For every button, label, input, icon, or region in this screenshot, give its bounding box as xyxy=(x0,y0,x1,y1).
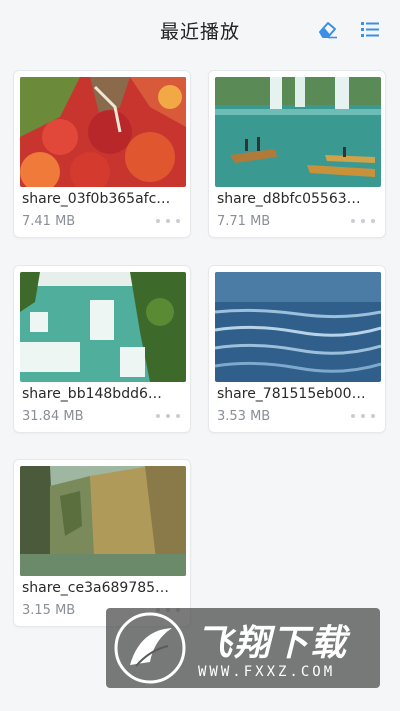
video-thumbnail[interactable] xyxy=(215,272,381,382)
video-name: share_781515eb00… xyxy=(217,386,366,402)
more-options-icon[interactable] xyxy=(351,410,375,422)
eraser-icon[interactable] xyxy=(316,18,340,40)
video-card[interactable]: share_781515eb00… 3.53 MB xyxy=(208,265,386,433)
site-watermark: 飞翔下载 WWW.FXXZ.COM xyxy=(106,608,380,688)
more-options-icon[interactable] xyxy=(351,215,375,227)
video-name: share_bb148bdd6… xyxy=(22,386,162,402)
video-name: share_ce3a689785… xyxy=(22,580,170,596)
page-title: 最近播放 xyxy=(159,20,240,43)
video-card[interactable]: share_03f0b365afc… 7.41 MB xyxy=(13,70,191,238)
video-name: share_03f0b365afc… xyxy=(22,191,171,207)
video-thumbnail[interactable] xyxy=(20,466,186,576)
watermark-text: 飞翔下载 xyxy=(196,623,349,664)
video-card[interactable]: share_bb148bdd6… 31.84 MB xyxy=(13,265,191,433)
video-card[interactable]: share_d8bfc05563… 7.71 MB xyxy=(208,70,386,238)
video-thumbnail[interactable] xyxy=(20,77,186,187)
more-options-icon[interactable] xyxy=(156,410,180,422)
more-options-icon[interactable] xyxy=(156,215,180,227)
video-thumbnail[interactable] xyxy=(20,272,186,382)
video-name: share_d8bfc05563… xyxy=(217,191,361,207)
video-thumbnail[interactable] xyxy=(215,77,381,187)
feather-logo-icon xyxy=(110,610,190,686)
list-view-icon[interactable] xyxy=(358,18,382,40)
video-size: 3.53 MB xyxy=(217,409,271,424)
video-size: 7.71 MB xyxy=(217,214,271,229)
video-size: 31.84 MB xyxy=(22,409,84,424)
video-size: 3.15 MB xyxy=(22,603,76,618)
video-size: 7.41 MB xyxy=(22,214,76,229)
top-bar: 最近播放 xyxy=(0,0,400,60)
video-card[interactable]: share_ce3a689785… 3.15 MB xyxy=(13,459,191,627)
watermark-url: WWW.FXXZ.COM xyxy=(198,664,336,680)
